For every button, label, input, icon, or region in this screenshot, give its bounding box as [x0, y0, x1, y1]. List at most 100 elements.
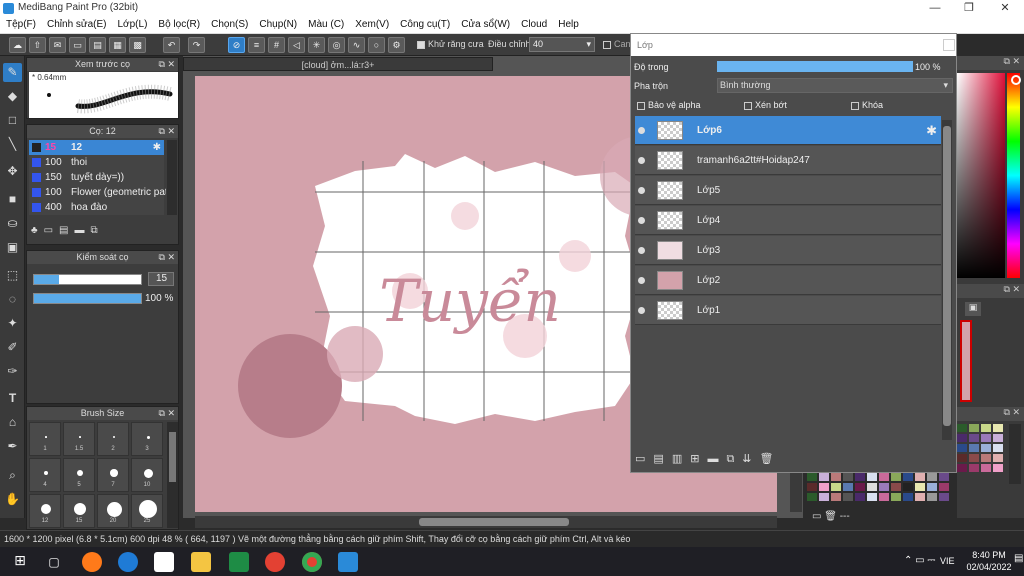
- new-layer-icon[interactable]: ▭: [635, 453, 653, 465]
- palette-swatch[interactable]: [915, 493, 925, 501]
- brush-menu-icon[interactable]: ▤: [59, 225, 74, 236]
- select-pen-icon[interactable]: ✐: [3, 338, 22, 357]
- palette-swatch[interactable]: [981, 464, 991, 472]
- panel-controls-icon[interactable]: ⧉ ✕: [159, 407, 175, 420]
- antialias-checkbox[interactable]: Khử răng cưa: [417, 39, 484, 49]
- snap-settings-icon[interactable]: ⚙: [388, 37, 405, 53]
- palette-swatch[interactable]: [867, 483, 877, 491]
- eye-icon[interactable]: [638, 187, 645, 194]
- select-rect-icon[interactable]: ⬚: [3, 266, 22, 285]
- palette-swatch[interactable]: [891, 483, 901, 491]
- cloud-icon[interactable]: ☁: [9, 37, 26, 53]
- new-8bit-layer-icon[interactable]: ▥: [672, 453, 690, 465]
- palette-swatch[interactable]: [939, 473, 949, 481]
- file-explorer-icon[interactable]: [191, 552, 211, 572]
- new-brush-icon[interactable]: ▭: [44, 225, 59, 236]
- palette-swatch[interactable]: [981, 444, 991, 452]
- canvas-tab[interactable]: [cloud] ởm...lá:r3+: [183, 57, 493, 71]
- menu-window[interactable]: Cửa sổ(W): [455, 17, 515, 30]
- clock-time[interactable]: 8:40 PM: [966, 550, 1012, 560]
- layer-scrollbar[interactable]: [942, 120, 952, 440]
- fill-rect-tool-icon[interactable]: ■: [3, 190, 22, 209]
- palette-swatch[interactable]: [807, 493, 817, 501]
- brush-tool-icon[interactable]: ✎: [3, 63, 22, 82]
- palette-swatch[interactable]: [819, 493, 829, 501]
- palette-swatch[interactable]: [879, 473, 889, 481]
- palette-swatch[interactable]: [927, 493, 937, 501]
- brush-size-cell[interactable]: 15: [63, 494, 95, 528]
- palette-swatch[interactable]: [903, 483, 913, 491]
- brush-size-input[interactable]: 15: [148, 272, 174, 286]
- palette-swatch[interactable]: [927, 483, 937, 491]
- magic-wand-icon[interactable]: ✦: [3, 314, 22, 333]
- eye-icon[interactable]: [638, 307, 645, 314]
- firefox-icon[interactable]: [82, 552, 102, 572]
- chrome-icon[interactable]: [265, 552, 285, 572]
- layer-row[interactable]: Lớp4: [635, 206, 941, 235]
- concentric-snap-icon[interactable]: ◎: [328, 37, 345, 53]
- add-layer-menu-icon[interactable]: ⊞: [690, 453, 707, 465]
- duplicate-icon[interactable]: ⧉: [90, 225, 103, 236]
- brush-item[interactable]: 400 hoa đào: [29, 200, 164, 215]
- lasso-tool-icon[interactable]: ◌: [3, 290, 22, 309]
- palette-swatch[interactable]: [957, 424, 967, 432]
- palette-swatch[interactable]: [867, 493, 877, 501]
- brush-opacity-slider[interactable]: [33, 293, 142, 304]
- clock-date[interactable]: 02/04/2022: [966, 562, 1012, 572]
- layer-row[interactable]: Lớp2: [635, 266, 941, 295]
- palette-swatch[interactable]: [993, 464, 1003, 472]
- brush-size-cell[interactable]: 25: [131, 494, 163, 528]
- layer-row[interactable]: Lớp1: [635, 296, 941, 325]
- brush-size-cell[interactable]: 2: [97, 422, 129, 456]
- duplicate-layer-icon[interactable]: ⧉: [726, 453, 742, 465]
- select-eraser-icon[interactable]: ✑: [3, 362, 22, 381]
- palette-swatch[interactable]: [879, 483, 889, 491]
- palette-swatch[interactable]: [807, 483, 817, 491]
- canvas-checkbox[interactable]: Can: [603, 39, 631, 49]
- store-icon[interactable]: [154, 552, 174, 572]
- palette-swatch[interactable]: [993, 444, 1003, 452]
- layer-window-close-icon[interactable]: [943, 39, 955, 51]
- blend-mode-select[interactable]: Bình thường ▾: [717, 78, 953, 93]
- palette-swatch[interactable]: [855, 493, 865, 501]
- scrollbar-thumb[interactable]: [419, 518, 569, 526]
- gear-icon[interactable]: ✱: [926, 116, 937, 145]
- layer-row[interactable]: Lớp5: [635, 176, 941, 205]
- palette-swatch[interactable]: [993, 454, 1003, 462]
- curve-snap-icon[interactable]: ∿: [348, 37, 365, 53]
- layer-row[interactable]: tramanh6a2tt#Hoidap247: [635, 146, 941, 175]
- color-saturation-box[interactable]: [957, 73, 1005, 278]
- line-tool-icon[interactable]: ╲: [3, 135, 22, 154]
- page-list-icon[interactable]: ▦: [109, 37, 126, 53]
- ellipse-snap-icon[interactable]: ○: [368, 37, 385, 53]
- palette-swatch[interactable]: [903, 473, 913, 481]
- protect-alpha-checkbox[interactable]: Bảo vệ alpha: [637, 100, 701, 110]
- palette-grid-left[interactable]: [807, 473, 957, 507]
- palette-swatch[interactable]: [927, 473, 937, 481]
- palette-swatch[interactable]: [957, 444, 967, 452]
- page-icon[interactable]: ▤: [89, 37, 106, 53]
- palette-swatch[interactable]: [819, 483, 829, 491]
- folder-icon[interactable]: ▬: [707, 453, 726, 465]
- trash-icon[interactable]: 🗑: [760, 453, 782, 465]
- menu-select[interactable]: Chọn(S): [205, 17, 253, 30]
- palette-swatch[interactable]: [939, 483, 949, 491]
- brush-size-slider[interactable]: [33, 274, 142, 285]
- system-tray-icons[interactable]: ⌃ ▭ ⎓: [904, 555, 935, 566]
- delete-palette-icon[interactable]: 🗑: [824, 511, 837, 522]
- undo-icon[interactable]: ↶: [163, 37, 180, 53]
- panel-controls-icon[interactable]: ⧉ ✕: [957, 284, 1024, 298]
- palette-swatch[interactable]: [993, 434, 1003, 442]
- hand-tool-icon[interactable]: ✋: [3, 490, 22, 509]
- palette-swatch[interactable]: [843, 483, 853, 491]
- grid-icon[interactable]: ▩: [129, 37, 146, 53]
- palette-swatch[interactable]: [969, 434, 979, 442]
- eyedropper-icon[interactable]: ⌕: [3, 466, 22, 485]
- new-palette-icon[interactable]: ▭: [812, 511, 821, 522]
- merge-layer-icon[interactable]: ⇊: [742, 453, 759, 465]
- clipping-checkbox[interactable]: Xén bớt: [744, 100, 787, 110]
- palette-swatch[interactable]: [969, 424, 979, 432]
- panel-controls-icon[interactable]: ⧉ ✕: [159, 58, 175, 71]
- palette-scrollbar[interactable]: [1009, 424, 1021, 484]
- panel-controls-icon[interactable]: ⧉ ✕: [957, 56, 1024, 70]
